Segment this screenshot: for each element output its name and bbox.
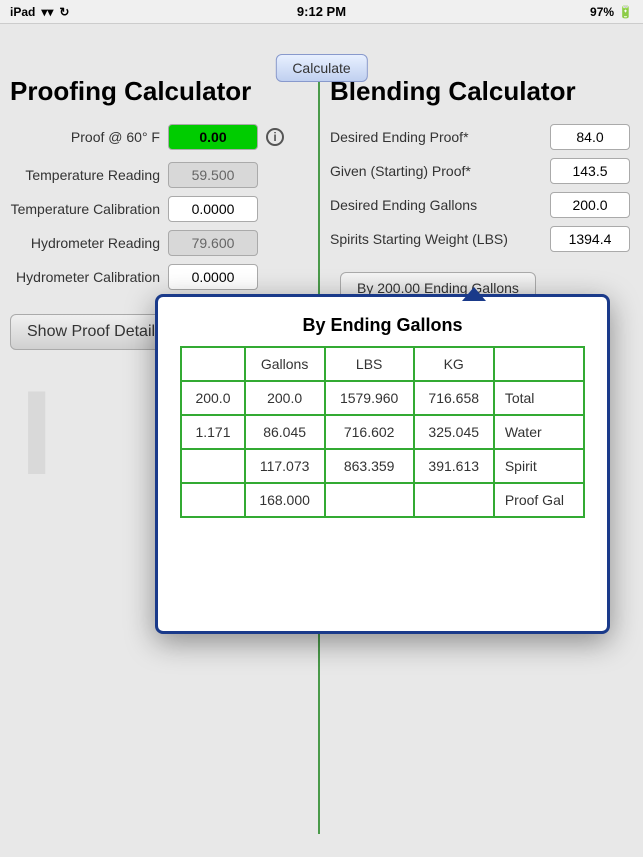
proofing-header: Proofing Calculator [10, 76, 251, 107]
proof-label: Proof @ 60° F [30, 129, 160, 145]
hydro-calibration-label: Hydrometer Calibration [10, 269, 160, 285]
desired-ending-gallons-input[interactable] [550, 192, 630, 218]
hydro-calibration-row: Hydrometer Calibration [10, 264, 258, 290]
desired-ending-gallons-label: Desired Ending Gallons [330, 197, 477, 213]
cell-0-2: 1579.960 [325, 381, 414, 415]
cell-1-1: 86.045 [245, 415, 325, 449]
spirits-starting-weight-row: Spirits Starting Weight (LBS) [330, 226, 630, 252]
row-label: Total [494, 381, 584, 415]
refresh-icon: ↻ [59, 5, 69, 19]
wifi-icon: ▾▾ [41, 5, 53, 19]
row-label: Water [494, 415, 584, 449]
given-starting-proof-row: Given (Starting) Proof* [330, 158, 630, 184]
col-header-empty2 [494, 347, 584, 381]
temp-calibration-input[interactable] [168, 196, 258, 222]
device-label: iPad [10, 5, 35, 19]
given-starting-proof-input[interactable] [550, 158, 630, 184]
main-content: Calculate Proofing Calculator Blending C… [0, 24, 643, 857]
table-row: 117.073863.359391.613Spirit [181, 449, 583, 483]
status-left: iPad ▾▾ ↻ [10, 5, 69, 19]
cell-0-3: 716.658 [414, 381, 494, 415]
desired-ending-proof-row: Desired Ending Proof* [330, 124, 630, 150]
row-label: Spirit [494, 449, 584, 483]
cell-2-1: 117.073 [245, 449, 325, 483]
hydro-calibration-input[interactable] [168, 264, 258, 290]
temp-reading-row: Temperature Reading [10, 162, 258, 188]
table-row: 200.0200.01579.960716.658Total [181, 381, 583, 415]
table-row: 168.000 Proof Gal [181, 483, 583, 517]
status-right: 97% 🔋 [590, 5, 633, 19]
row-label: Proof Gal [494, 483, 584, 517]
results-table: Gallons LBS KG 200.0200.01579.960716.658… [180, 346, 584, 518]
modal-chevron [462, 287, 486, 301]
temp-reading-label: Temperature Reading [10, 167, 160, 183]
cell-2-3: 391.613 [414, 449, 494, 483]
desired-ending-gallons-row: Desired Ending Gallons [330, 192, 630, 218]
temp-reading-input[interactable] [168, 162, 258, 188]
battery-pct: 97% [590, 5, 614, 19]
placeholder-i: I [20, 364, 53, 502]
proof-row: Proof @ 60° F i [30, 124, 284, 150]
cell-3-1: 168.000 [245, 483, 325, 517]
results-modal: By Ending Gallons Gallons LBS KG 200.020… [155, 294, 610, 634]
desired-ending-proof-label: Desired Ending Proof* [330, 129, 469, 145]
cell-3-2 [325, 483, 414, 517]
cell-1-0: 1.171 [181, 415, 244, 449]
cell-2-0 [181, 449, 244, 483]
calculate-btn-container: Calculate [275, 54, 367, 82]
cell-1-3: 325.045 [414, 415, 494, 449]
status-time: 9:12 PM [297, 4, 346, 19]
col-header-kg: KG [414, 347, 494, 381]
status-bar: iPad ▾▾ ↻ 9:12 PM 97% 🔋 [0, 0, 643, 24]
table-row: 1.17186.045716.602325.045Water [181, 415, 583, 449]
col-header-empty1 [181, 347, 244, 381]
desired-ending-proof-input[interactable] [550, 124, 630, 150]
col-header-lbs: LBS [325, 347, 414, 381]
hydro-reading-row: Hydrometer Reading [10, 230, 258, 256]
battery-icon: 🔋 [618, 5, 633, 19]
temp-calibration-row: Temperature Calibration [10, 196, 258, 222]
spirits-starting-weight-label: Spirits Starting Weight (LBS) [330, 231, 508, 247]
proof-input[interactable] [168, 124, 258, 150]
hydro-reading-input[interactable] [168, 230, 258, 256]
info-icon[interactable]: i [266, 128, 284, 146]
col-header-gallons: Gallons [245, 347, 325, 381]
given-starting-proof-label: Given (Starting) Proof* [330, 163, 471, 179]
cell-3-3 [414, 483, 494, 517]
cell-3-0 [181, 483, 244, 517]
cell-0-0: 200.0 [181, 381, 244, 415]
modal-title: By Ending Gallons [158, 297, 607, 346]
table-body: 200.0200.01579.960716.658Total1.17186.04… [181, 381, 583, 517]
cell-1-2: 716.602 [325, 415, 414, 449]
temp-calibration-label: Temperature Calibration [10, 201, 160, 217]
cell-2-2: 863.359 [325, 449, 414, 483]
cell-0-1: 200.0 [245, 381, 325, 415]
calculate-button[interactable]: Calculate [275, 54, 367, 82]
spirits-starting-weight-input[interactable] [550, 226, 630, 252]
hydro-reading-label: Hydrometer Reading [10, 235, 160, 251]
